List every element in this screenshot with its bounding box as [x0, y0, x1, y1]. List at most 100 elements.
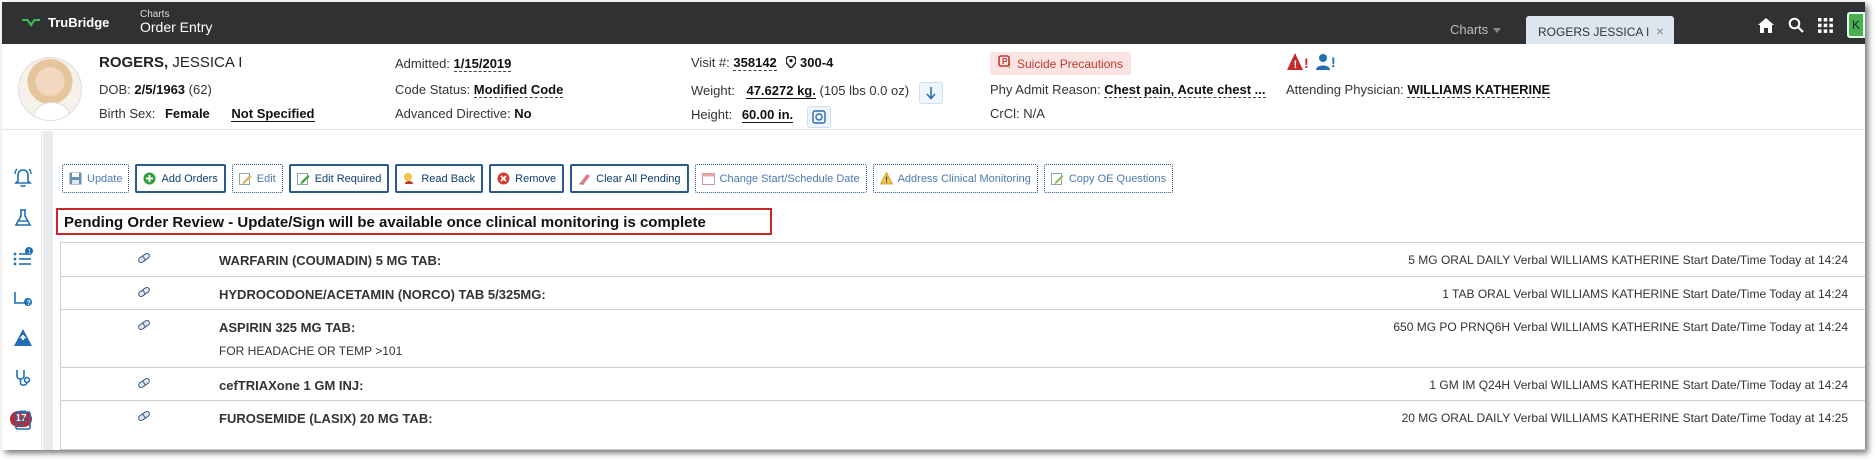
warning-icon: ! [879, 171, 893, 185]
location-pin-icon [785, 55, 800, 70]
order-detail: 1 TAB ORAL Verbal WILLIAMS KATHERINE Sta… [1442, 287, 1848, 301]
copy-icon [1050, 172, 1064, 185]
edit-button[interactable]: Edit [231, 164, 283, 193]
birth-sex-field: Birth Sex: Female Not Specified [99, 106, 315, 122]
copy-oe-questions-button[interactable]: Copy OE Questions [1043, 164, 1174, 193]
triangle-alert-icon[interactable] [12, 327, 34, 349]
read-back-button[interactable]: Read Back [395, 164, 484, 193]
order-detail: 5 MG ORAL DAILY Verbal WILLIAMS KATHERIN… [1408, 253, 1848, 267]
height-field: Height: 60.00 in. [691, 106, 831, 128]
edit-required-button[interactable]: Edit Required [288, 164, 390, 193]
pill-icon [137, 376, 151, 390]
phy-admit-field: Phy Admit Reason: Chest pain, Acute ches… [990, 82, 1266, 98]
order-row[interactable]: WARFARIN (COUMADIN) 5 MG TAB: 5 MG ORAL … [61, 243, 1865, 277]
svg-text:!: ! [885, 176, 888, 185]
admitted-value[interactable]: 1/15/2019 [453, 56, 512, 72]
order-name: FUROSEMIDE (LASIX) 20 MG TAB: [219, 411, 433, 426]
advanced-directive-label: Advanced Directive: [395, 106, 511, 121]
crcl-label: CrCl: [990, 106, 1020, 121]
orders-list: WARFARIN (COUMADIN) 5 MG TAB: 5 MG ORAL … [60, 242, 1865, 450]
order-row[interactable]: cefTRIAXone 1 GM INJ: 1 GM IM Q24H Verba… [61, 368, 1865, 401]
dob-value: 2/5/1963 [134, 82, 186, 97]
weight-value[interactable]: 47.6272 kg. [746, 83, 816, 99]
change-start-schedule-button[interactable]: Change Start/Schedule Date [694, 164, 867, 193]
pending-review-banner: Pending Order Review - Update/Sign will … [56, 208, 772, 235]
close-icon[interactable]: × [1656, 23, 1664, 39]
edit-icon [238, 172, 252, 185]
add-orders-label: Add Orders [161, 172, 218, 185]
patient-name: ROGERS, JESSICA I [99, 54, 242, 71]
visit-label: Visit #: [691, 55, 730, 70]
task-list-icon[interactable]: 1 [12, 247, 34, 269]
suicide-precautions-badge[interactable]: P! Suicide Precautions [990, 52, 1132, 75]
brand-name: TruBridge [48, 15, 110, 30]
admitted-field: Admitted: 1/15/2019 [395, 56, 512, 72]
advanced-directive-field: Advanced Directive: No [395, 106, 532, 121]
pill-icon [137, 318, 151, 332]
advanced-directive-value: No [514, 106, 532, 121]
app-window: TruBridge Charts Order Entry Charts ROGE… [2, 2, 1865, 450]
orders-flow-icon[interactable]: ? [12, 287, 34, 309]
remove-button[interactable]: Remove [489, 164, 565, 193]
order-row[interactable]: FUROSEMIDE (LASIX) 20 MG TAB: 20 MG ORAL… [61, 401, 1865, 449]
patient-header: ROGERS, JESSICA I DOB: 2/5/1963 (62) Bir… [2, 44, 1865, 130]
dob-label: DOB: [99, 82, 131, 97]
birth-sex-label: Birth Sex: [99, 106, 156, 121]
person-alert-icon[interactable]: ! [1316, 52, 1338, 75]
weight-label: Weight: [691, 83, 735, 98]
order-detail: 650 MG PO PRNQ6H Verbal WILLIAMS KATHERI… [1393, 320, 1848, 334]
change-start-schedule-label: Change Start/Schedule Date [719, 172, 860, 185]
chevron-down-icon[interactable] [1493, 28, 1501, 33]
pill-icon [137, 285, 151, 299]
warning-alert-icon[interactable]: !! [1286, 52, 1310, 75]
read-back-label: Read Back [421, 172, 476, 185]
patient-last-name: ROGERS, [99, 54, 169, 71]
order-comment: FOR HEADACHE OR TEMP >101 [219, 344, 403, 358]
code-status-value[interactable]: Modified Code [473, 82, 564, 98]
order-name: cefTRIAXone 1 GM INJ: [219, 378, 364, 393]
order-name: ASPIRIN 325 MG TAB: [219, 320, 356, 335]
address-clinical-monitoring-button[interactable]: ! Address Clinical Monitoring [872, 164, 1038, 193]
phy-admit-value[interactable]: Chest pain, Acute chest ... [1104, 82, 1266, 98]
app-title: Charts Order Entry [140, 9, 212, 35]
bell-alert-icon[interactable] [12, 167, 34, 189]
stethoscope-icon[interactable] [12, 367, 34, 389]
clipboard-icon[interactable] [12, 409, 34, 431]
visit-value[interactable]: 358142 [733, 55, 777, 71]
dob-field: DOB: 2/5/1963 (62) [99, 82, 212, 97]
order-name: WARFARIN (COUMADIN) 5 MG TAB: [219, 253, 442, 268]
brand-logo[interactable]: TruBridge [22, 15, 109, 30]
attending-value[interactable]: WILLIAMS KATHERINE [1407, 82, 1551, 98]
arrow-down-icon[interactable] [918, 82, 943, 104]
attending-physician-field: Attending Physician: WILLIAMS KATHERINE [1286, 82, 1551, 98]
edit-required-icon [296, 172, 310, 185]
order-detail: 1 GM IM Q24H Verbal WILLIAMS KATHERINE S… [1429, 378, 1848, 392]
add-orders-button[interactable]: Add Orders [135, 164, 226, 193]
clear-all-pending-label: Clear All Pending [596, 172, 681, 185]
gender-identity-value[interactable]: Not Specified [231, 106, 315, 122]
module-title: Order Entry [140, 19, 213, 35]
svg-text:!: ! [1331, 54, 1336, 70]
height-label: Height: [691, 107, 733, 122]
patient-photo [18, 57, 82, 121]
user-avatar-button[interactable]: K [1847, 12, 1865, 38]
tab-patient[interactable]: ROGERS JESSICA I × [1526, 16, 1674, 46]
crcl-field: CrCl: N/A [990, 106, 1045, 121]
edit-required-label: Edit Required [314, 172, 382, 185]
edit-label: Edit [256, 172, 276, 185]
tab-charts[interactable]: Charts [1450, 22, 1488, 37]
order-row[interactable]: HYDROCODONE/ACETAMIN (NORCO) TAB 5/325MG… [61, 277, 1865, 310]
apps-grid-icon[interactable] [1818, 17, 1833, 33]
height-value[interactable]: 60.00 in. [741, 107, 794, 123]
order-row[interactable]: ASPIRIN 325 MG TAB: FOR HEADACHE OR TEMP… [61, 310, 1865, 368]
lab-flask-icon[interactable] [12, 207, 34, 229]
pill-icon [137, 251, 151, 265]
measure-icon[interactable] [806, 106, 831, 128]
clear-all-pending-button[interactable]: Clear All Pending [570, 164, 689, 193]
code-status-label: Code Status: [395, 82, 471, 97]
update-button[interactable]: Update [62, 164, 130, 193]
svg-text:!: ! [1008, 61, 1011, 69]
order-name: HYDROCODONE/ACETAMIN (NORCO) TAB 5/325MG… [219, 287, 546, 302]
search-icon[interactable] [1788, 17, 1804, 33]
home-icon[interactable] [1758, 17, 1774, 33]
